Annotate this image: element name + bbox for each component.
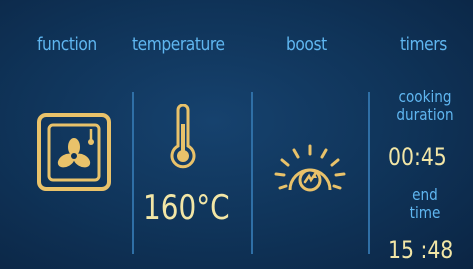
header-timers[interactable]: timers: [400, 34, 447, 55]
end-time-label-line2: time: [409, 203, 441, 222]
boost-sun-icon[interactable]: [272, 140, 348, 202]
oven-display: function temperature boost timers 160°C …: [0, 0, 473, 269]
header-function[interactable]: function: [37, 34, 97, 55]
cooking-duration-label-line2: duration: [396, 105, 454, 124]
column-divider: [368, 92, 370, 254]
column-divider: [251, 92, 253, 254]
oven-fan-icon[interactable]: [36, 112, 112, 196]
cooking-duration-label-line1: cooking: [398, 87, 452, 106]
end-time-label-line1: end: [412, 185, 438, 204]
temperature-value[interactable]: 160°C: [143, 188, 230, 228]
thermometer-icon[interactable]: [168, 103, 198, 174]
end-time-value[interactable]: 15 :48: [388, 236, 453, 264]
column-divider: [132, 92, 134, 254]
cooking-duration-value[interactable]: 00:45: [388, 143, 447, 171]
header-boost[interactable]: boost: [286, 34, 327, 55]
header-temperature[interactable]: temperature: [132, 34, 225, 55]
